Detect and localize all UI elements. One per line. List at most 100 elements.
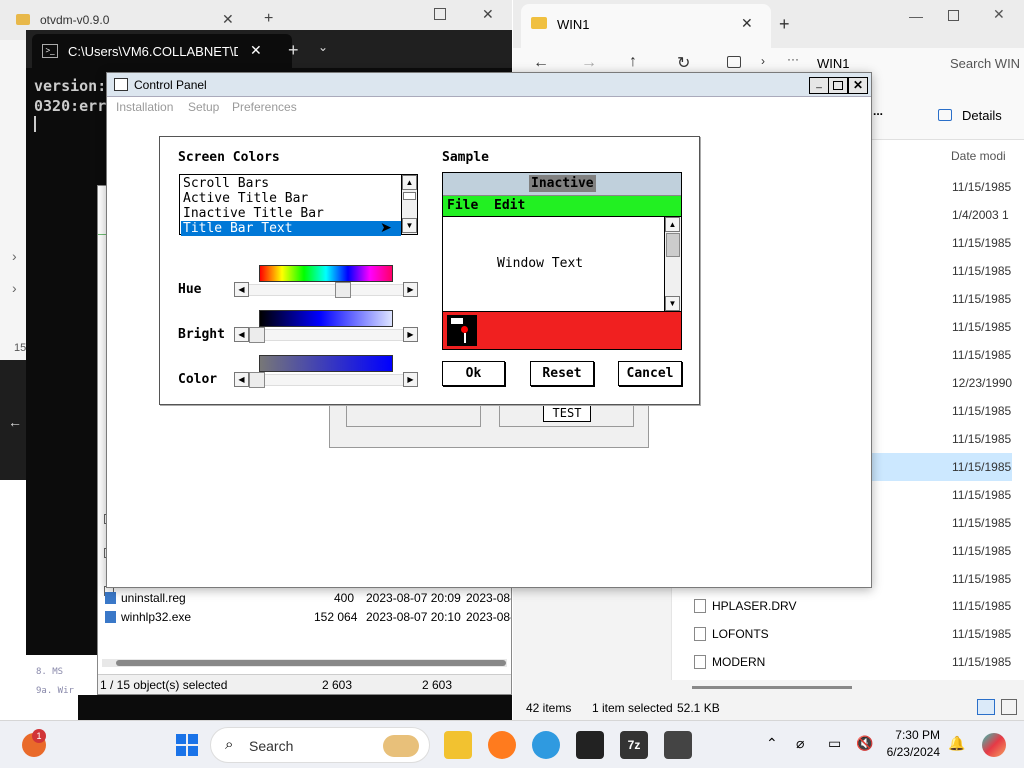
cancel-button[interactable]: Cancel xyxy=(618,361,682,386)
scroll-left-icon[interactable]: ◀ xyxy=(234,282,249,297)
scroll-left-icon[interactable]: ◀ xyxy=(234,372,249,387)
horizontal-scrollbar[interactable] xyxy=(692,686,852,689)
test-button[interactable]: TEST xyxy=(543,404,591,422)
menu-installation[interactable]: Installation xyxy=(116,100,173,114)
slider-track[interactable] xyxy=(249,374,403,386)
start-icon[interactable] xyxy=(176,734,198,756)
ok-button[interactable]: Ok xyxy=(442,361,505,386)
list-item[interactable]: Scroll Bars xyxy=(181,176,401,191)
chevron-down-icon[interactable]: ⌄ xyxy=(318,40,328,54)
network-icon[interactable]: ⌀ xyxy=(796,735,804,752)
back-icon[interactable]: ← xyxy=(8,414,22,430)
bell-icon[interactable]: 🔔 xyxy=(948,735,965,752)
clock-date[interactable]: 6/23/2024 xyxy=(884,745,940,759)
reset-button[interactable]: Reset xyxy=(530,361,594,386)
back-icon[interactable]: ← xyxy=(533,54,549,72)
clock-time[interactable]: 7:30 PM xyxy=(884,728,940,742)
file-date: 2023-08-07 20:10 xyxy=(366,610,461,624)
terminal-icon[interactable] xyxy=(576,731,604,759)
scrollbar-thumb[interactable] xyxy=(403,192,416,200)
details-view-icon[interactable] xyxy=(977,699,995,715)
up-icon[interactable]: ↑ xyxy=(629,53,637,71)
otvdm-tab-title[interactable]: otvdm-v0.9.0 xyxy=(40,13,130,27)
display-icon[interactable] xyxy=(727,56,741,68)
file-icon xyxy=(694,627,706,641)
tiles-view-icon[interactable] xyxy=(1001,699,1017,715)
copilot-icon[interactable] xyxy=(982,733,1006,757)
close-icon[interactable]: ✕ xyxy=(250,42,262,59)
new-tab-icon[interactable]: + xyxy=(779,14,790,35)
taskbar-search-box[interactable]: ⌕ Search xyxy=(210,727,430,763)
hue-slider[interactable]: ◀ ▶ xyxy=(234,282,418,298)
control-panel-icon[interactable] xyxy=(114,78,128,91)
details-button[interactable]: Details xyxy=(962,108,1002,123)
slider-track[interactable] xyxy=(249,284,403,296)
file-row[interactable]: HPLASER.DRV 11/15/1985 xyxy=(672,592,1012,620)
chevron-right-icon[interactable]: › xyxy=(12,280,17,296)
close-icon[interactable]: ✕ xyxy=(482,6,494,23)
file-explorer-icon[interactable] xyxy=(444,731,472,759)
chevron-right-icon[interactable]: › xyxy=(761,54,765,68)
firefox-icon[interactable] xyxy=(488,731,516,759)
scroll-left-icon[interactable]: ◀ xyxy=(234,327,249,342)
forward-icon[interactable]: → xyxy=(581,54,597,72)
screen-colors-label: Screen Colors xyxy=(178,150,280,165)
scroll-down-icon[interactable]: ▼ xyxy=(402,218,417,233)
close-icon[interactable]: ✕ xyxy=(741,15,753,32)
scroll-right-icon[interactable]: ▶ xyxy=(403,327,418,342)
scroll-up-icon[interactable]: ▲ xyxy=(402,175,417,190)
minimize-button[interactable]: _ xyxy=(809,77,829,94)
close-icon[interactable]: ✕ xyxy=(993,6,1005,23)
maximize-button[interactable] xyxy=(828,77,848,94)
slider-thumb[interactable] xyxy=(249,327,265,343)
search-input[interactable]: Search WIN xyxy=(950,56,1024,71)
close-icon[interactable]: ✕ xyxy=(222,11,234,28)
menu-setup[interactable]: Setup xyxy=(188,100,219,114)
color-label: Color xyxy=(178,372,218,387)
chevron-up-icon[interactable]: ⌃ xyxy=(766,735,778,752)
screen-colors-list[interactable]: Scroll Bars Active Title Bar Inactive Ti… xyxy=(179,174,418,236)
file-row[interactable]: LOFONTS 11/15/1985 xyxy=(672,620,1012,648)
scrollbar-thumb[interactable] xyxy=(116,660,506,666)
slider-thumb[interactable] xyxy=(335,282,351,298)
file-row[interactable]: uninstall.reg 400 2023-08-07 20:09 2023-… xyxy=(98,589,511,609)
maximize-icon[interactable] xyxy=(948,10,959,21)
display-icon[interactable]: ▭ xyxy=(828,735,841,752)
slider-track[interactable] xyxy=(249,329,403,341)
file-row[interactable]: winhlp32.exe 152 064 2023-08-07 20:10 20… xyxy=(98,608,511,628)
menu-preferences[interactable]: Preferences xyxy=(232,100,297,114)
terminal-tab[interactable]: >_ C:\Users\VM6.COLLABNET\Dc ✕ xyxy=(32,34,292,68)
chevron-right-icon[interactable]: › xyxy=(12,248,17,264)
control-panel-icon[interactable] xyxy=(664,731,692,759)
address-bar[interactable]: WIN1 xyxy=(817,56,850,71)
new-tab-icon[interactable]: + xyxy=(264,10,273,28)
bright-slider[interactable]: ◀ ▶ xyxy=(234,327,418,343)
file-row[interactable]: MODERN 11/15/1985 xyxy=(672,648,1012,676)
list-item-selected[interactable]: Title Bar Text xyxy=(181,221,401,236)
list-scrollbar[interactable]: ▲ ▼ xyxy=(401,175,417,234)
list-item[interactable]: Active Title Bar xyxy=(181,191,401,206)
file-date: 11/15/1985 xyxy=(952,516,1012,530)
volume-icon[interactable]: 🔇 xyxy=(856,735,873,752)
more-options-icon[interactable]: ... xyxy=(873,104,883,118)
status-selected: 1 item selected xyxy=(592,701,673,715)
more-icon[interactable]: ··· xyxy=(787,52,799,66)
close-button[interactable]: ✕ xyxy=(848,77,868,94)
refresh-icon[interactable]: ↻ xyxy=(677,53,690,73)
list-item[interactable]: Inactive Title Bar xyxy=(181,206,401,221)
new-tab-icon[interactable]: + xyxy=(288,40,299,61)
minimize-icon[interactable]: — xyxy=(909,8,923,24)
background-window-edge: ← xyxy=(0,360,26,480)
scroll-right-icon[interactable]: ▶ xyxy=(403,282,418,297)
column-header-date[interactable]: Date modi xyxy=(951,149,1024,163)
chrome-icon[interactable] xyxy=(532,731,560,759)
maximize-icon[interactable] xyxy=(434,8,446,20)
explorer-tab[interactable]: WIN1 ✕ xyxy=(521,4,771,48)
details-pane-icon[interactable] xyxy=(938,109,952,121)
scroll-right-icon[interactable]: ▶ xyxy=(403,372,418,387)
color-slider[interactable]: ◀ ▶ xyxy=(234,372,418,388)
file-date: 11/15/1985 xyxy=(952,544,1012,558)
slider-thumb[interactable] xyxy=(249,372,265,388)
7zip-icon[interactable]: 7z xyxy=(620,731,648,759)
horizontal-scrollbar[interactable] xyxy=(102,659,507,667)
